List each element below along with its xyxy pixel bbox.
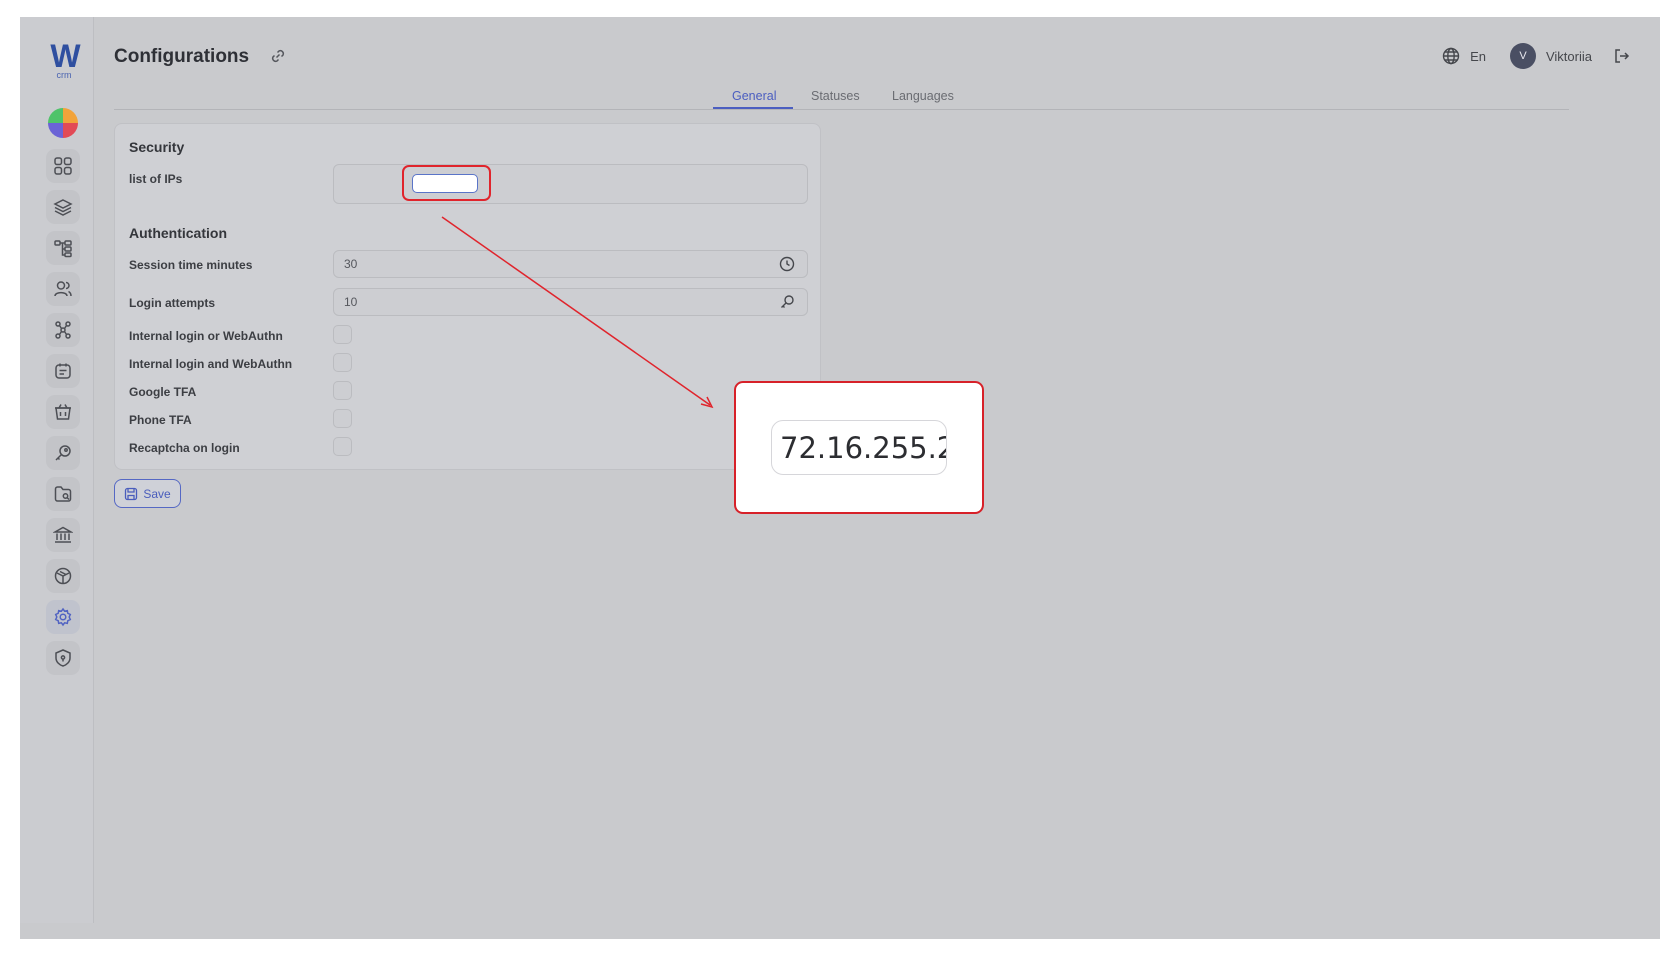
users-icon: [54, 281, 72, 297]
main-content: Configurations En V Viktoriia General St…: [94, 17, 1660, 939]
option-label-internal-or: Internal login or WebAuthn: [129, 329, 283, 343]
network-icon: [55, 321, 71, 339]
settings-icon: [54, 607, 72, 627]
language-selector[interactable]: En: [1470, 49, 1486, 64]
active-tab-indicator: [713, 107, 793, 109]
app-logo[interactable]: W crm: [44, 38, 84, 81]
layers-icon: [53, 199, 73, 216]
logout-icon[interactable]: [1612, 47, 1630, 65]
tasks-icon: [55, 363, 71, 379]
analytics-pie-icon[interactable]: [48, 108, 78, 138]
dashboard-icon: [54, 157, 72, 175]
section-title-security: Security: [129, 139, 185, 155]
sidebar-item-dashboard[interactable]: [46, 149, 80, 183]
sidebar-item-hierarchy[interactable]: [46, 231, 80, 265]
checkbox-google-tfa[interactable]: [333, 381, 352, 400]
tab-general[interactable]: General: [732, 89, 776, 103]
package-icon: [54, 567, 72, 585]
login-attempts-input[interactable]: 10: [333, 288, 808, 316]
avatar[interactable]: V: [1509, 43, 1536, 69]
save-button-label: Save: [143, 486, 171, 501]
option-label-google-tfa: Google TFA: [129, 385, 197, 399]
login-attempts-value: 10: [344, 295, 358, 309]
page-title: Configurations: [114, 46, 250, 67]
option-label-internal-and: Internal login and WebAuthn: [129, 357, 293, 371]
hierarchy-icon: [54, 240, 72, 258]
session-time-label: Session time minutes: [129, 258, 253, 272]
sidebar-item-security[interactable]: [46, 641, 80, 675]
globe-icon[interactable]: [1442, 47, 1460, 65]
sidebar-item-files[interactable]: [46, 477, 80, 511]
section-title-authentication: Authentication: [129, 225, 227, 241]
ips-label: list of IPs: [129, 172, 183, 186]
key-icon: [781, 295, 794, 308]
link-icon[interactable]: [269, 47, 287, 65]
header-actions: En V Viktoriia: [1442, 43, 1630, 69]
basket-icon: [55, 404, 71, 420]
tab-bar: General Statuses Languages: [114, 85, 1569, 110]
sidebar-item-tasks[interactable]: [46, 354, 80, 388]
sidebar-item-bank[interactable]: [46, 518, 80, 552]
checkbox-internal-and-webauthn[interactable]: [333, 353, 352, 372]
zoom-ip-value: 72.16.255.2: [771, 420, 947, 475]
session-time-value: 30: [344, 257, 358, 271]
clock-icon: [779, 256, 795, 272]
sidebar-item-settings[interactable]: [46, 600, 80, 634]
option-label-recaptcha: Recaptcha on login: [129, 441, 240, 455]
key-icon: [55, 445, 71, 461]
save-button[interactable]: Save: [114, 479, 181, 508]
option-label-phone-tfa: Phone TFA: [129, 413, 192, 427]
checkbox-internal-or-webauthn[interactable]: [333, 325, 352, 344]
user-name[interactable]: Viktoriia: [1546, 49, 1592, 64]
tab-statuses[interactable]: Statuses: [811, 89, 860, 103]
sidebar-item-keys[interactable]: [46, 436, 80, 470]
sidebar-item-network[interactable]: [46, 313, 80, 347]
bank-icon: [53, 526, 73, 543]
sidebar: W crm: [20, 17, 94, 923]
session-time-input[interactable]: 30: [333, 250, 808, 278]
sidebar-item-products[interactable]: [46, 559, 80, 593]
ips-entry-field[interactable]: [412, 174, 478, 193]
sidebar-item-users[interactable]: [46, 272, 80, 306]
shield-icon: [55, 649, 71, 667]
folder-icon: [54, 486, 72, 502]
checkbox-phone-tfa[interactable]: [333, 409, 352, 428]
sidebar-item-basket[interactable]: [46, 395, 80, 429]
save-icon: [125, 487, 138, 500]
sidebar-item-layers[interactable]: [46, 190, 80, 224]
login-attempts-label: Login attempts: [129, 296, 215, 310]
zoom-callout: 72.16.255.2: [734, 381, 984, 514]
logo-mark: W: [50, 38, 80, 74]
app-frame: W crm Configurations En V Viktoriia Gene…: [20, 17, 1660, 939]
checkbox-recaptcha[interactable]: [333, 437, 352, 456]
tab-languages[interactable]: Languages: [892, 89, 954, 103]
